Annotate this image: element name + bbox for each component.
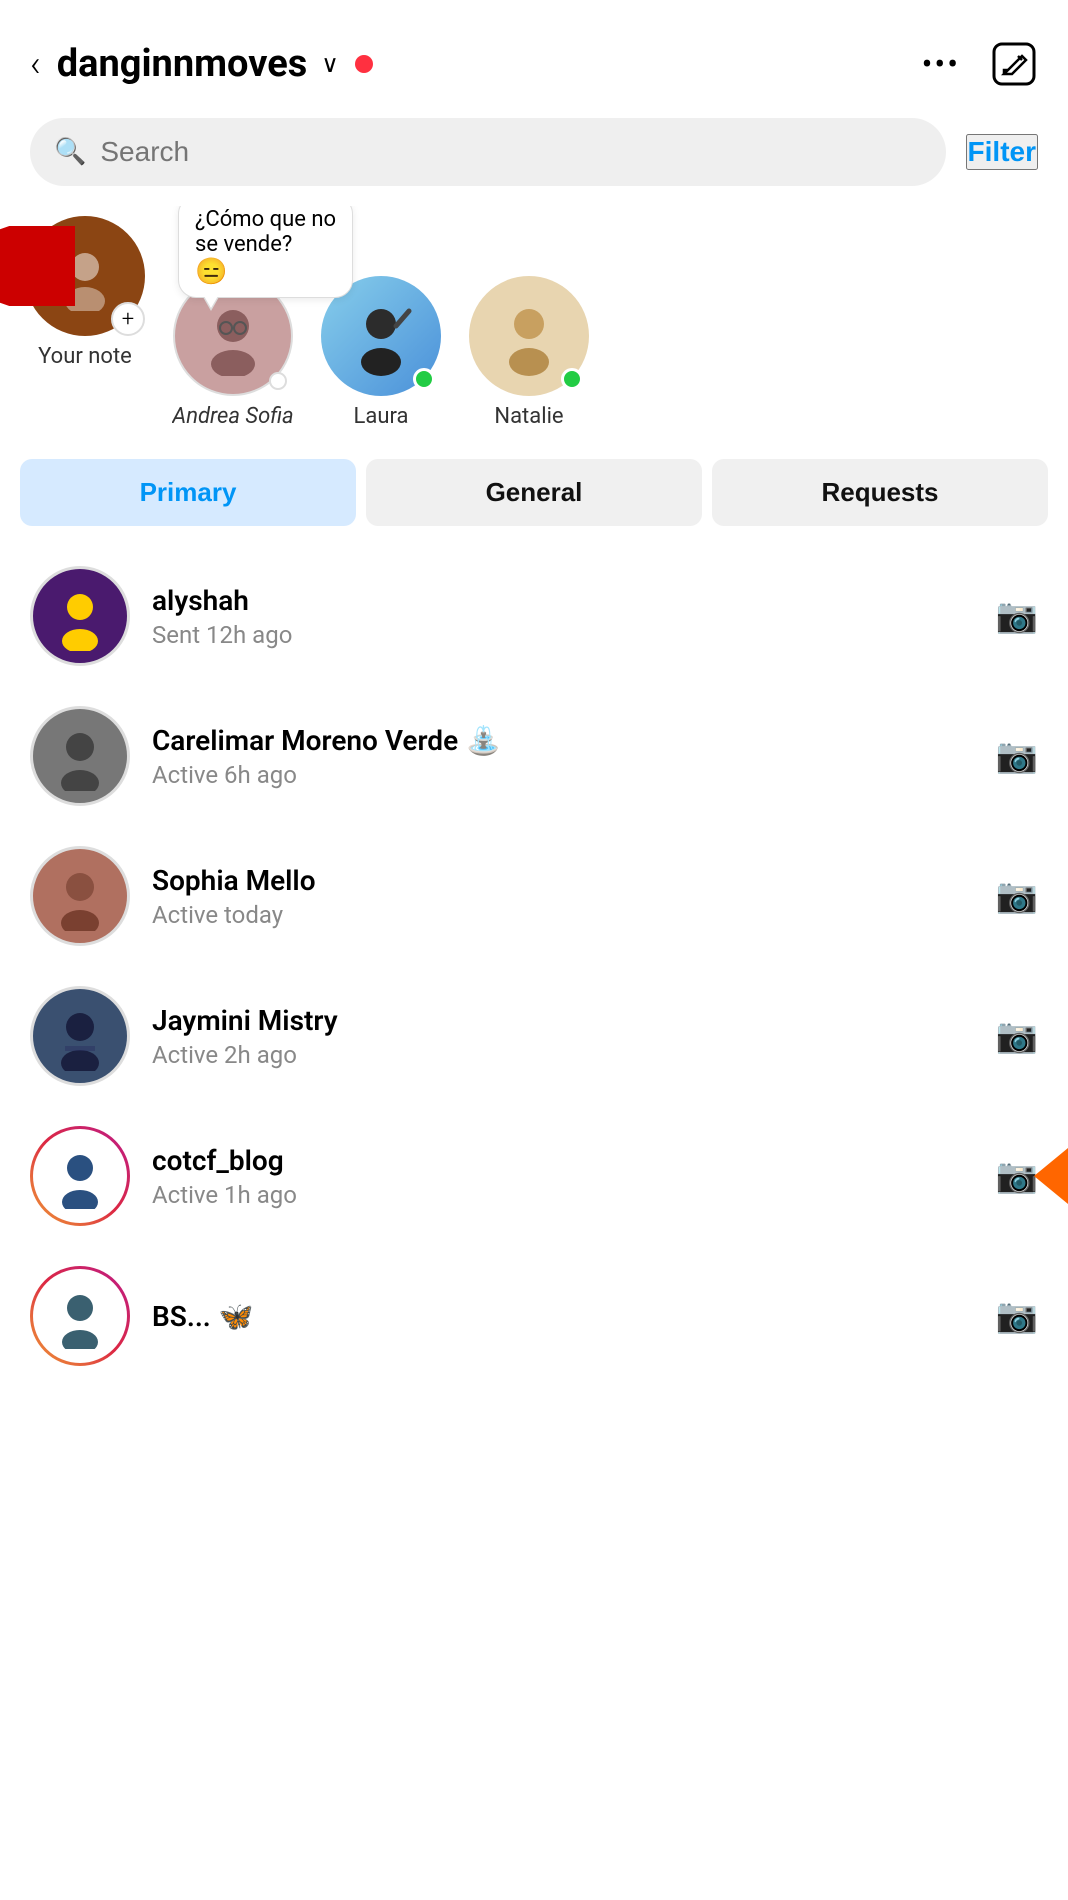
- alyshah-info: alyshah Sent 12h ago: [152, 584, 974, 649]
- live-indicator-dot: [355, 55, 373, 73]
- carelimar-name: Carelimar Moreno Verde ⛲: [152, 724, 974, 757]
- conversation-item-last-partial[interactable]: BS... 🦋 📷: [0, 1246, 1068, 1386]
- sophia-info: Sophia Mello Active today: [152, 864, 974, 929]
- search-section: 🔍 Filter: [0, 108, 1068, 206]
- conversation-item-jaymini[interactable]: Jaymini Mistry Active 2h ago 📷: [0, 966, 1068, 1106]
- camera-icon-jaymini[interactable]: 📷: [996, 1016, 1038, 1056]
- story-label-your-note: Your note: [38, 344, 132, 369]
- camera-icon-sophia[interactable]: 📷: [996, 876, 1038, 916]
- conversation-item-sophia[interactable]: Sophia Mello Active today 📷: [0, 826, 1068, 966]
- alyshah-name: alyshah: [152, 584, 974, 617]
- search-icon: 🔍: [54, 137, 86, 167]
- jaymini-status: Active 2h ago: [152, 1041, 974, 1069]
- inbox-tabs: Primary General Requests: [0, 449, 1068, 536]
- carelimar-info: Carelimar Moreno Verde ⛲ Active 6h ago: [152, 724, 974, 789]
- search-input[interactable]: [100, 136, 921, 168]
- page-title: danginnmoves: [57, 42, 308, 86]
- carelimar-status: Active 6h ago: [152, 761, 974, 789]
- story-label-laura: Laura: [354, 404, 409, 429]
- tab-general[interactable]: General: [366, 459, 702, 526]
- alyshah-status: Sent 12h ago: [152, 621, 974, 649]
- tab-primary[interactable]: Primary: [20, 459, 356, 526]
- cotcf-status: Active 1h ago: [152, 1181, 974, 1209]
- header: ‹ danginnmoves ∨ •••: [0, 0, 1068, 108]
- stories-row: + Your note ¿Cómo que nose vende?😑: [0, 206, 1068, 449]
- story-label-andrea-sofia: Andrea Sofia: [172, 404, 293, 429]
- sophia-name: Sophia Mello: [152, 864, 974, 897]
- more-options-button[interactable]: •••: [922, 45, 960, 83]
- cotcf-info: cotcf_blog Active 1h ago: [152, 1144, 974, 1209]
- natalie-online-indicator: [561, 368, 583, 390]
- laura-online-indicator: [413, 368, 435, 390]
- filter-button[interactable]: Filter: [966, 134, 1038, 170]
- back-button[interactable]: ‹: [30, 43, 41, 85]
- story-item-natalie[interactable]: Natalie: [464, 276, 594, 429]
- last-partial-avatar: [30, 1266, 130, 1366]
- jaymini-avatar: [30, 986, 130, 1086]
- andrea-note-dot: [269, 372, 287, 390]
- story-item-andrea-sofia[interactable]: ¿Cómo que nose vende?😑 Andrea Sofia: [168, 276, 298, 429]
- conversation-list: alyshah Sent 12h ago 📷 Carelimar Moreno …: [0, 536, 1068, 1396]
- cotcf-avatar: [30, 1126, 130, 1226]
- camera-icon-last[interactable]: 📷: [996, 1296, 1038, 1336]
- conversation-item-cotcf[interactable]: cotcf_blog Active 1h ago 📷: [0, 1106, 1068, 1246]
- sophia-status: Active today: [152, 901, 974, 929]
- conversation-item-carelimar[interactable]: Carelimar Moreno Verde ⛲ Active 6h ago 📷: [0, 686, 1068, 826]
- sophia-avatar: [30, 846, 130, 946]
- last-partial-name: BS... 🦋: [152, 1300, 974, 1333]
- story-item-your-note[interactable]: + Your note: [20, 216, 150, 369]
- story-label-natalie: Natalie: [494, 404, 563, 429]
- carelimar-emoji: ⛲: [466, 724, 501, 757]
- andrea-note-bubble: ¿Cómo que nose vende?😑: [178, 206, 353, 298]
- cotcf-name: cotcf_blog: [152, 1144, 974, 1177]
- alyshah-avatar: [30, 566, 130, 666]
- compose-button[interactable]: [990, 40, 1038, 88]
- carelimar-avatar: [30, 706, 130, 806]
- last-emoji: 🦋: [219, 1300, 254, 1333]
- camera-icon-carelimar[interactable]: 📷: [996, 736, 1038, 776]
- story-item-laura[interactable]: Laura: [316, 276, 446, 429]
- conversation-item-alyshah[interactable]: alyshah Sent 12h ago 📷: [0, 546, 1068, 686]
- jaymini-info: Jaymini Mistry Active 2h ago: [152, 1004, 974, 1069]
- last-partial-info: BS... 🦋: [152, 1300, 974, 1333]
- camera-icon-cotcf[interactable]: 📷: [996, 1156, 1038, 1196]
- chevron-down-icon[interactable]: ∨: [321, 50, 339, 78]
- tab-requests[interactable]: Requests: [712, 459, 1048, 526]
- add-note-button[interactable]: +: [111, 302, 145, 336]
- camera-icon-alyshah[interactable]: 📷: [996, 596, 1038, 636]
- search-bar[interactable]: 🔍: [30, 118, 946, 186]
- orange-notification-triangle: [1034, 1148, 1068, 1204]
- jaymini-name: Jaymini Mistry: [152, 1004, 974, 1037]
